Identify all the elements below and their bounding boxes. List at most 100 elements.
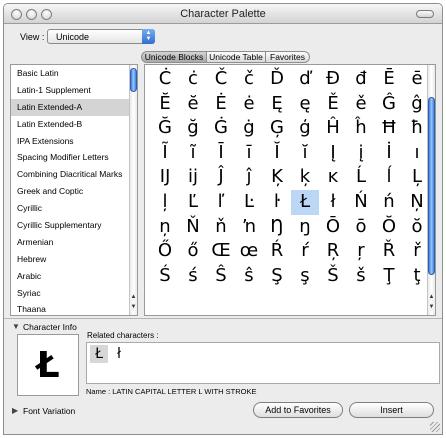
add-to-favorites-button[interactable]: Add to Favorites: [253, 402, 343, 418]
block-list-item[interactable]: Arabic: [11, 268, 137, 285]
block-list-item[interactable]: Hebrew: [11, 251, 137, 268]
resize-grip-icon[interactable]: [430, 422, 440, 432]
block-list-item[interactable]: Armenian: [11, 234, 137, 251]
character-cell[interactable]: Ŀ: [235, 190, 263, 215]
character-cell[interactable]: Đ: [319, 67, 347, 92]
character-cell[interactable]: Ś: [151, 264, 179, 289]
character-info-disclosure-icon[interactable]: ▼: [12, 322, 20, 331]
character-cell[interactable]: ł: [319, 190, 347, 215]
character-cell[interactable]: ő: [179, 239, 207, 264]
character-cell[interactable]: Ĥ: [319, 116, 347, 141]
block-list-item[interactable]: IPA Extensions: [11, 133, 137, 150]
character-cell[interactable]: Ő: [151, 239, 179, 264]
character-cell[interactable]: Į: [319, 141, 347, 166]
character-cell[interactable]: ę: [291, 92, 319, 117]
unicode-blocks-list[interactable]: Basic Latin Latin-1 Supplement Latin Exten…: [10, 64, 138, 316]
character-cell[interactable]: š: [347, 264, 375, 289]
character-cell[interactable]: Ń: [347, 190, 375, 215]
title-bar[interactable]: Character Palette: [4, 4, 442, 24]
related-characters-box[interactable]: Ł ł: [86, 342, 440, 384]
character-cell[interactable]: ĺ: [375, 165, 403, 190]
character-cell[interactable]: Ĵ: [207, 165, 235, 190]
character-cell[interactable]: ċ: [179, 67, 207, 92]
toolbar-toggle-button[interactable]: [416, 10, 434, 18]
character-cell[interactable]: ě: [347, 92, 375, 117]
character-cell[interactable]: ŗ: [347, 239, 375, 264]
character-cell[interactable]: Š: [319, 264, 347, 289]
block-list-item[interactable]: Spacing Modifier Letters: [11, 149, 137, 166]
character-cell[interactable]: į: [347, 141, 375, 166]
block-list-item[interactable]: Latin Extended-A: [11, 98, 137, 116]
character-cell[interactable]: ň: [207, 215, 235, 240]
character-cell[interactable]: ģ: [291, 116, 319, 141]
character-cell[interactable]: ŝ: [235, 264, 263, 289]
grid-scroll-up-arrow-icon[interactable]: ▲: [428, 293, 435, 301]
character-cell[interactable]: Ř: [375, 239, 403, 264]
character-cell[interactable]: ĩ: [179, 141, 207, 166]
character-cell[interactable]: ľ: [207, 190, 235, 215]
related-character[interactable]: ł: [110, 345, 128, 363]
pane-splitter[interactable]: [4, 318, 442, 319]
block-list-item[interactable]: Cyrillic: [11, 200, 137, 217]
blocks-scroll-thumb[interactable]: [130, 68, 137, 92]
character-cell[interactable]: Ŝ: [207, 264, 235, 289]
character-cell[interactable]: ŉ: [235, 215, 263, 240]
character-cell[interactable]: ĭ: [291, 141, 319, 166]
character-cell[interactable]: ŀ: [263, 190, 291, 215]
character-cell[interactable]: Ĩ: [151, 141, 179, 166]
character-cell[interactable]: Ĭ: [263, 141, 291, 166]
character-cell[interactable]: Ċ: [151, 67, 179, 92]
character-cell[interactable]: Ŕ: [263, 239, 291, 264]
character-cell[interactable]: ğ: [179, 116, 207, 141]
character-cell[interactable]: č: [235, 67, 263, 92]
block-list-item[interactable]: Cyrillic Supplementary: [11, 217, 137, 234]
character-cell[interactable]: Ň: [179, 215, 207, 240]
block-list-item[interactable]: Basic Latin: [11, 65, 137, 82]
character-cell[interactable]: ń: [375, 190, 403, 215]
block-list-item[interactable]: Syriac: [11, 285, 137, 302]
character-cell[interactable]: ĸ: [319, 165, 347, 190]
block-list-item[interactable]: Greek and Coptic: [11, 183, 137, 200]
character-cell[interactable]: Œ: [207, 239, 235, 264]
character-cell[interactable]: Ġ: [207, 116, 235, 141]
character-cell[interactable]: ĳ: [179, 165, 207, 190]
tab-unicode-table[interactable]: Unicode Table: [206, 51, 266, 63]
character-cell[interactable]: Ł: [291, 190, 319, 215]
character-cell[interactable]: œ: [235, 239, 263, 264]
character-cell[interactable]: Ŗ: [319, 239, 347, 264]
character-cell[interactable]: Ę: [263, 92, 291, 117]
character-cell[interactable]: ė: [235, 92, 263, 117]
character-cell[interactable]: ŋ: [291, 215, 319, 240]
character-cell[interactable]: ķ: [291, 165, 319, 190]
character-cell[interactable]: ō: [347, 215, 375, 240]
character-cell[interactable]: Ħ: [375, 116, 403, 141]
character-cell[interactable]: ŕ: [291, 239, 319, 264]
scroll-down-arrow-icon[interactable]: ▼: [130, 303, 137, 311]
character-cell[interactable]: ĵ: [235, 165, 263, 190]
character-cell[interactable]: Ī: [207, 141, 235, 166]
block-list-item[interactable]: Latin-1 Supplement: [11, 82, 137, 99]
blocks-scrollbar[interactable]: ▲ ▼: [129, 65, 137, 315]
character-cell[interactable]: ş: [291, 264, 319, 289]
grid-scrollbar[interactable]: ▲ ▼: [427, 65, 435, 315]
tab-unicode-blocks[interactable]: Unicode Blocks: [141, 51, 207, 63]
character-cell[interactable]: Ĝ: [375, 92, 403, 117]
block-list-item[interactable]: Combining Diacritical Marks: [11, 166, 137, 183]
scroll-up-arrow-icon[interactable]: ▲: [130, 293, 137, 301]
character-cell[interactable]: đ: [347, 67, 375, 92]
related-character[interactable]: Ł: [90, 345, 108, 363]
view-popup-button[interactable]: Unicode ▲ ▼: [47, 29, 155, 44]
block-list-item[interactable]: Thaana: [11, 301, 137, 318]
character-cell[interactable]: Ė: [207, 92, 235, 117]
character-cell[interactable]: Ş: [263, 264, 291, 289]
character-cell[interactable]: ī: [235, 141, 263, 166]
character-cell[interactable]: ś: [179, 264, 207, 289]
character-cell[interactable]: ļ: [151, 190, 179, 215]
font-variation-disclosure-icon[interactable]: ▶: [12, 406, 18, 415]
block-list-item[interactable]: Latin Extended-B: [11, 116, 137, 133]
grid-scroll-down-arrow-icon[interactable]: ▼: [428, 303, 435, 311]
character-cell[interactable]: Ľ: [179, 190, 207, 215]
character-cell[interactable]: Ģ: [263, 116, 291, 141]
character-cell[interactable]: Ğ: [151, 116, 179, 141]
character-cell[interactable]: Ĕ: [151, 92, 179, 117]
